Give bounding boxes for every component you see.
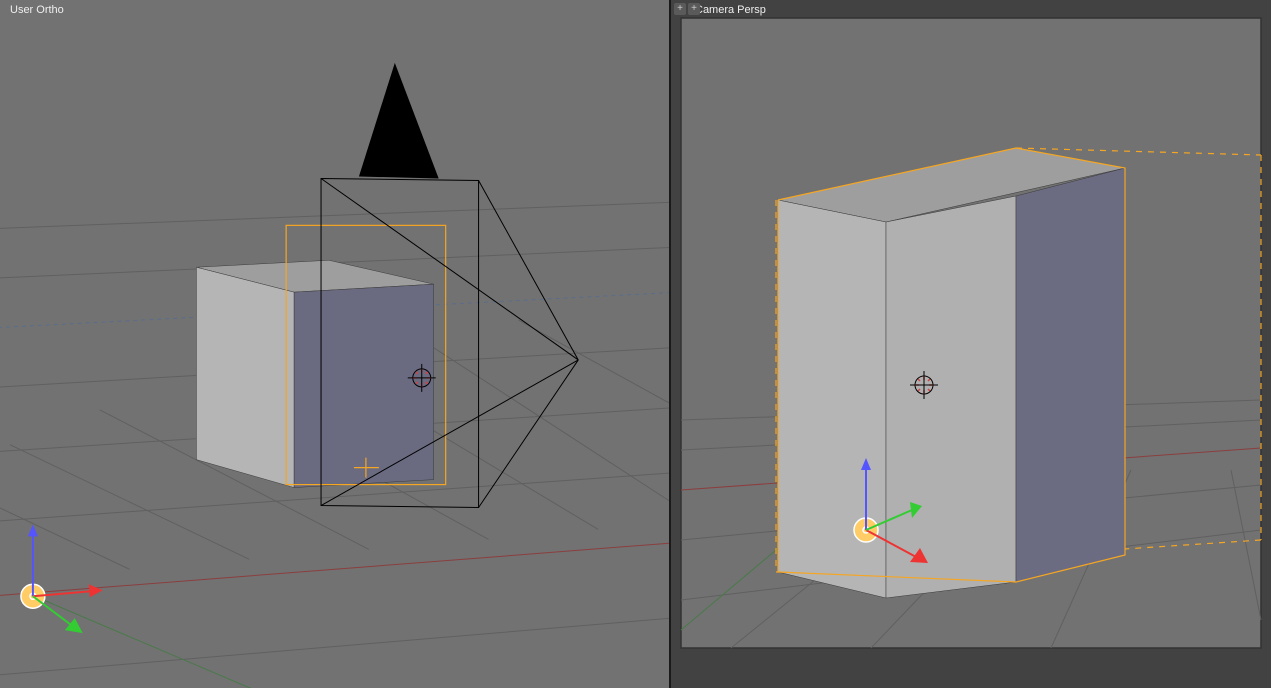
cube-camera-view[interactable] (778, 148, 1125, 598)
cube-mesh[interactable] (196, 260, 433, 487)
corner-widget[interactable]: + + (674, 3, 700, 15)
viewport-user-ortho[interactable]: User Ortho (0, 0, 671, 688)
viewport-camera-persp[interactable]: + + Camera Persp (671, 0, 1271, 688)
gizmo-left[interactable] (21, 524, 103, 633)
view-label-right: Camera Persp (695, 4, 766, 16)
scene-left[interactable] (0, 0, 669, 688)
viewport-container: User Ortho (0, 0, 1271, 688)
split-plus-1[interactable]: + (674, 3, 686, 15)
view-label-left: User Ortho (10, 4, 64, 16)
split-plus-2[interactable]: + (688, 3, 700, 15)
scene-right[interactable] (671, 0, 1271, 688)
